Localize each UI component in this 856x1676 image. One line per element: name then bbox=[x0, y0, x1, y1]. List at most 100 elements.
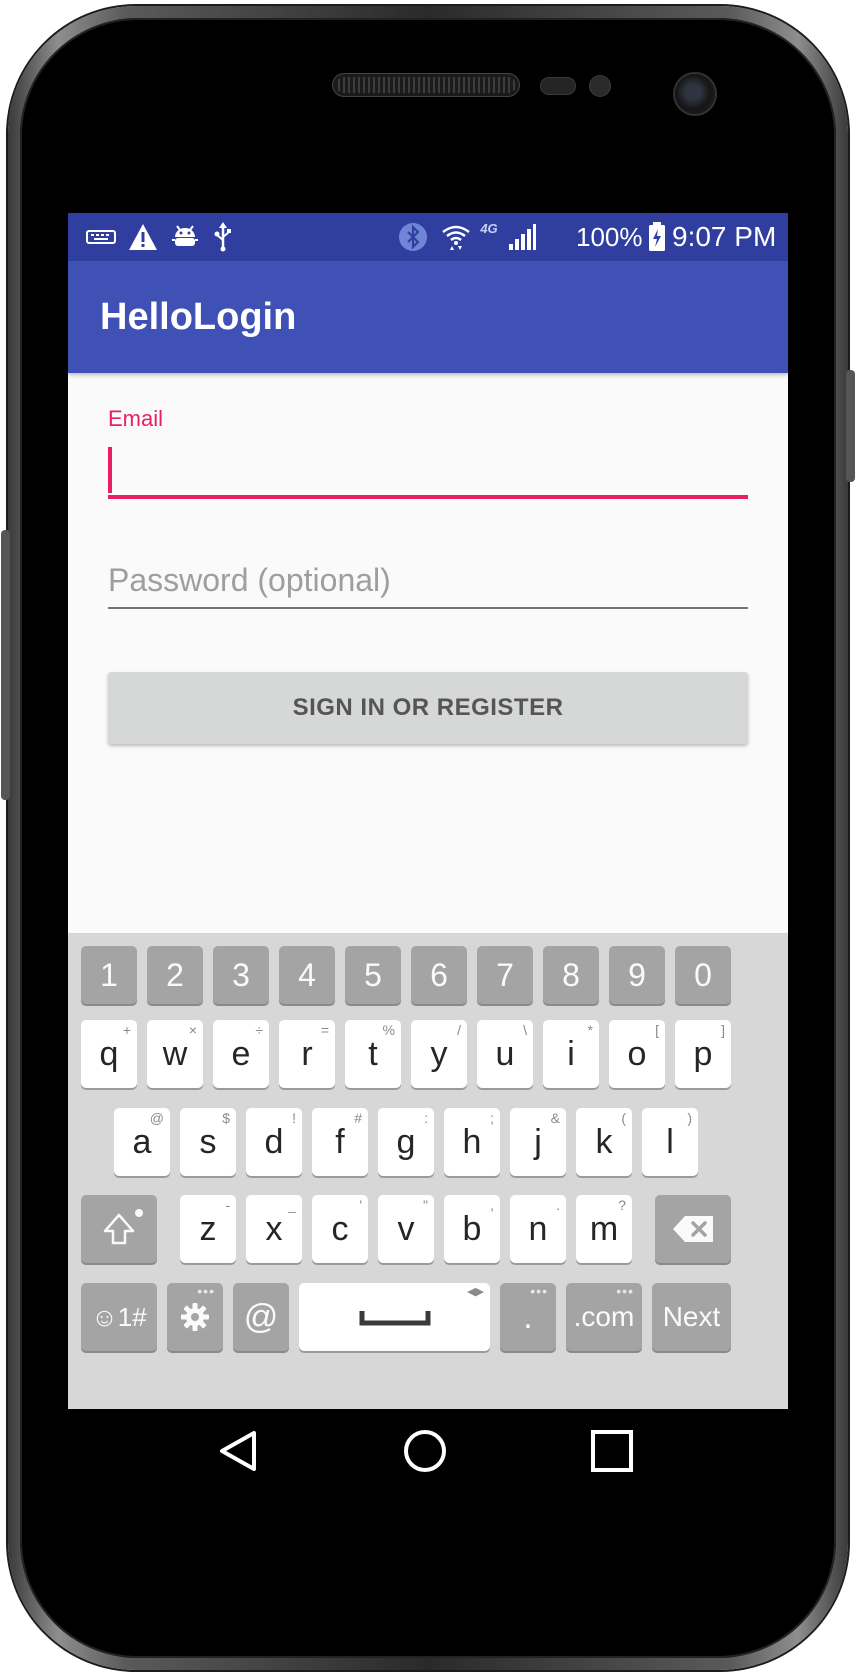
proximity-sensor bbox=[541, 78, 575, 94]
key-s[interactable]: $ s bbox=[180, 1108, 236, 1176]
status-bar: 4G 100% 9:07 PM bbox=[68, 213, 788, 261]
key-label: a bbox=[132, 1122, 152, 1161]
key-x[interactable]: _ x bbox=[246, 1195, 302, 1263]
warning-icon bbox=[126, 213, 160, 261]
next-key[interactable]: Next bbox=[652, 1283, 731, 1351]
key-label: . bbox=[523, 1297, 533, 1336]
more-dots: ••• bbox=[616, 1283, 634, 1299]
key-label: j bbox=[534, 1122, 542, 1161]
key-hint: ' bbox=[359, 1197, 362, 1213]
key-label: b bbox=[462, 1209, 482, 1248]
key-6[interactable]: 6 bbox=[411, 946, 467, 1004]
key-label: l bbox=[666, 1122, 674, 1161]
key-m[interactable]: ? m bbox=[576, 1195, 632, 1263]
key-q[interactable]: + q bbox=[81, 1020, 137, 1088]
key-hint: ! bbox=[292, 1110, 296, 1126]
key-p[interactable]: ] p bbox=[675, 1020, 731, 1088]
dotcom-key[interactable]: ••• .com bbox=[566, 1283, 642, 1351]
key-2[interactable]: 2 bbox=[147, 946, 203, 1004]
key-e[interactable]: ÷ e bbox=[213, 1020, 269, 1088]
light-sensor bbox=[590, 76, 610, 96]
key-label: o bbox=[627, 1034, 647, 1073]
key-label: p bbox=[693, 1034, 713, 1073]
key-hint: : bbox=[424, 1110, 428, 1126]
key-3[interactable]: 3 bbox=[213, 946, 269, 1004]
key-label: r bbox=[301, 1034, 313, 1073]
key-label: e bbox=[231, 1034, 251, 1073]
key-label: y bbox=[430, 1034, 448, 1073]
device-screen: 4G 100% 9:07 PM HelloLogin Email SIGN IN… bbox=[68, 213, 788, 1493]
key-label: f bbox=[335, 1122, 345, 1161]
status-clock: 9:07 PM bbox=[672, 221, 777, 252]
key-i[interactable]: * i bbox=[543, 1020, 599, 1088]
lte-icon: 4G bbox=[472, 213, 506, 261]
period-key[interactable]: ••• . bbox=[500, 1283, 556, 1351]
wifi-icon bbox=[438, 213, 474, 261]
key-label: k bbox=[595, 1122, 613, 1161]
key-h[interactable]: ; h bbox=[444, 1108, 500, 1176]
key-w[interactable]: × w bbox=[147, 1020, 203, 1088]
navigation-bar bbox=[68, 1409, 788, 1493]
key-z[interactable]: -z bbox=[180, 1195, 236, 1263]
key-j[interactable]: & j bbox=[510, 1108, 566, 1176]
key-label: i bbox=[567, 1034, 575, 1073]
gear-icon bbox=[179, 1301, 211, 1333]
volume-button bbox=[1, 530, 10, 800]
home-button[interactable] bbox=[375, 1409, 475, 1493]
app-bar: HelloLogin bbox=[68, 261, 788, 373]
android-debug-icon bbox=[168, 213, 202, 261]
space-key[interactable]: ◀▶ bbox=[299, 1283, 490, 1351]
recents-button[interactable] bbox=[562, 1409, 662, 1493]
key-r[interactable]: = r bbox=[279, 1020, 335, 1088]
key-hint: * bbox=[587, 1022, 593, 1038]
key-9[interactable]: 9 bbox=[609, 946, 665, 1004]
key-g[interactable]: :g bbox=[378, 1108, 434, 1176]
bluetooth-icon bbox=[396, 213, 430, 261]
space-bar-icon bbox=[359, 1307, 431, 1327]
recents-icon bbox=[590, 1429, 634, 1473]
key-label: q bbox=[99, 1034, 119, 1073]
key-hint: _ bbox=[288, 1197, 296, 1213]
settings-key[interactable]: ••• bbox=[167, 1283, 223, 1351]
password-input[interactable] bbox=[108, 553, 748, 609]
key-hint: # bbox=[354, 1110, 362, 1126]
battery-charging-icon bbox=[646, 213, 668, 261]
key-v[interactable]: " v bbox=[378, 1195, 434, 1263]
key-k[interactable]: (k bbox=[576, 1108, 632, 1176]
backspace-key[interactable] bbox=[655, 1195, 731, 1263]
key-u[interactable]: \ u bbox=[477, 1020, 533, 1088]
key-4[interactable]: 4 bbox=[279, 946, 335, 1004]
key-label: h bbox=[462, 1122, 482, 1161]
key-1[interactable]: 1 bbox=[81, 946, 137, 1004]
key-l[interactable]: ) l bbox=[642, 1108, 698, 1176]
key-label: v bbox=[397, 1209, 415, 1248]
key-hint: / bbox=[457, 1022, 461, 1038]
backspace-icon bbox=[671, 1214, 715, 1244]
key-d[interactable]: ! d bbox=[246, 1108, 302, 1176]
key-y[interactable]: / y bbox=[411, 1020, 467, 1088]
key-label: w bbox=[162, 1034, 188, 1073]
at-key[interactable]: @ bbox=[233, 1283, 289, 1351]
key-hint: , bbox=[490, 1197, 494, 1213]
key-0[interactable]: 0 bbox=[675, 946, 731, 1004]
symbols-key[interactable]: ☺1# bbox=[81, 1283, 157, 1351]
signal-icon bbox=[504, 213, 540, 261]
key-c[interactable]: ' c bbox=[312, 1195, 368, 1263]
key-a[interactable]: @ a bbox=[114, 1108, 170, 1176]
usb-icon bbox=[208, 213, 238, 261]
key-5[interactable]: 5 bbox=[345, 946, 401, 1004]
key-o[interactable]: [o bbox=[609, 1020, 665, 1088]
sign-in-register-button[interactable]: SIGN IN OR REGISTER bbox=[108, 672, 748, 744]
key-b[interactable]: ,b bbox=[444, 1195, 500, 1263]
key-hint: [ bbox=[655, 1022, 659, 1038]
key-f[interactable]: # f bbox=[312, 1108, 368, 1176]
shift-icon bbox=[101, 1211, 137, 1247]
key-7[interactable]: 7 bbox=[477, 946, 533, 1004]
key-t[interactable]: % t bbox=[345, 1020, 401, 1088]
shift-key[interactable] bbox=[81, 1195, 157, 1263]
back-button[interactable] bbox=[188, 1409, 288, 1493]
email-input[interactable] bbox=[108, 441, 748, 499]
key-8[interactable]: 8 bbox=[543, 946, 599, 1004]
key-label: g bbox=[396, 1122, 416, 1161]
key-n[interactable]: .n bbox=[510, 1195, 566, 1263]
